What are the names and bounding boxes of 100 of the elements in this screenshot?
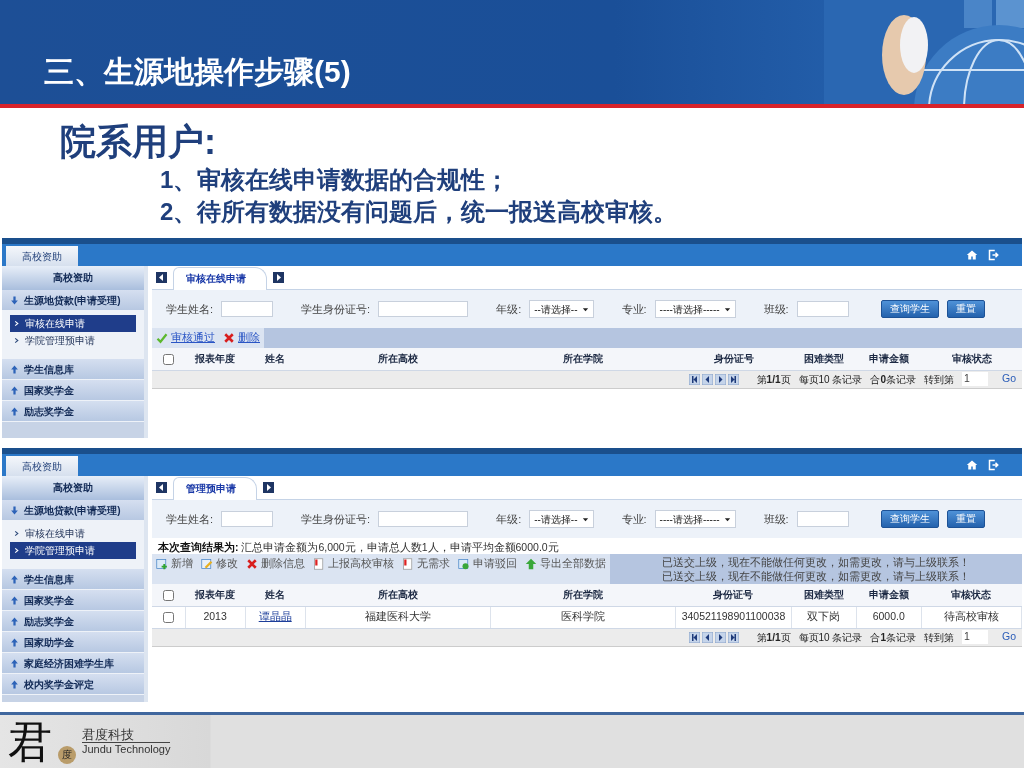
dropdown[interactable]: --请选择-- <box>529 300 594 318</box>
toolbar-button[interactable]: 审核通过 <box>152 328 219 348</box>
column-header: 所在高校 <box>305 348 491 370</box>
chevron-icon <box>13 547 20 554</box>
column-header: 报表年度 <box>185 348 246 370</box>
menu-group[interactable]: 学生信息库 <box>2 359 144 380</box>
next-page-button[interactable] <box>714 631 726 643</box>
page-size-text: 每页10 条记录 <box>798 630 863 645</box>
caret-icon <box>581 515 589 523</box>
field-label: 学生姓名: <box>166 301 214 317</box>
module-tab[interactable]: 高校资助 <box>6 246 78 266</box>
column-header: 困难类型 <box>791 348 857 370</box>
first-page-button[interactable] <box>688 631 700 643</box>
dropdown[interactable]: ----请选择----- <box>654 510 736 528</box>
field-label: 学生身份证号: <box>301 511 371 527</box>
toolbar-button[interactable]: 导出全部数据 <box>521 554 610 574</box>
menu-group[interactable]: 国家助学金 <box>2 632 144 653</box>
toolbar-button[interactable]: 删除信息 <box>242 554 309 574</box>
scroll-right-button[interactable] <box>273 272 284 283</box>
toolbar-button[interactable]: 无需求 <box>398 554 454 574</box>
text-field[interactable] <box>221 511 274 527</box>
dropdown[interactable]: ----请选择----- <box>654 300 736 318</box>
last-page-button[interactable] <box>727 373 739 385</box>
menu-group[interactable]: 国家奖学金 <box>2 590 144 611</box>
scroll-left-button[interactable] <box>156 482 167 493</box>
column-header: 所在学院 <box>490 348 677 370</box>
table-cell: 340521198901100038 <box>675 606 792 628</box>
step-text: 1、审核在线申请数据的合规性； <box>160 165 511 195</box>
goto-label: 转到第 <box>924 630 954 645</box>
module-tab[interactable]: 高校资助 <box>6 456 78 476</box>
first-page-button[interactable] <box>688 373 700 385</box>
goto-label: 转到第 <box>924 372 954 387</box>
flag-document-icon <box>313 558 325 570</box>
section-heading: 院系用户: <box>60 120 217 164</box>
text-field[interactable] <box>378 511 469 527</box>
arrow-up-icon <box>10 658 19 668</box>
toolbar-button[interactable]: 新增 <box>152 554 197 574</box>
menu-group[interactable]: 励志奖学金 <box>2 401 144 422</box>
text-field[interactable] <box>796 301 849 317</box>
upload-arrow-icon <box>525 558 537 570</box>
column-header: 困难类型 <box>791 584 857 606</box>
page-info: 第1/1页 <box>756 372 791 387</box>
search-button[interactable]: 查询学生 <box>880 300 939 318</box>
delete-icon <box>246 558 258 570</box>
next-page-button[interactable] <box>714 373 726 385</box>
reset-button[interactable]: 重置 <box>946 510 985 528</box>
go-link[interactable]: Go <box>1002 629 1016 645</box>
search-button[interactable]: 查询学生 <box>880 510 939 528</box>
record-count: 合1条记录 <box>870 630 916 645</box>
sidebar-title: 高校资助 <box>2 266 144 290</box>
menu-group[interactable]: 家庭经济困难学生库 <box>2 653 144 674</box>
column-header: 姓名 <box>245 584 306 606</box>
toolbar-button[interactable]: 申请驳回 <box>454 554 521 574</box>
menu-group[interactable]: 校内奖学金评定 <box>2 674 144 695</box>
table-cell: 待高校审核 <box>921 606 1022 628</box>
menu-group[interactable]: 生源地贷款(申请受理) <box>2 500 144 521</box>
edit-icon <box>201 558 213 570</box>
toolbar-button[interactable]: 删除 <box>219 328 264 348</box>
table-cell: 6000.0 <box>856 606 922 628</box>
page-field[interactable]: 1 <box>962 372 988 386</box>
menu-item[interactable]: 审核在线申请 <box>10 315 136 332</box>
checkmark-icon <box>156 332 168 344</box>
menu-group[interactable]: 生源地贷款(申请受理) <box>2 290 144 311</box>
page-field[interactable]: 1 <box>962 630 988 644</box>
field-label: 班级: <box>763 511 789 527</box>
arrow-up-icon <box>10 616 19 626</box>
menu-group[interactable]: 励志奖学金 <box>2 611 144 632</box>
logout-icon[interactable] <box>988 459 1000 471</box>
name-link[interactable]: 谭晶晶 <box>258 610 292 623</box>
page-tab[interactable]: 管理预申请 <box>173 477 257 500</box>
previous-page-button[interactable] <box>701 631 713 643</box>
row-checkbox[interactable] <box>162 611 174 623</box>
menu-item[interactable]: 学院管理预申请 <box>10 332 136 349</box>
logout-icon[interactable] <box>988 249 1000 261</box>
text-field[interactable] <box>378 301 469 317</box>
menu-group[interactable]: 学生信息库 <box>2 569 144 590</box>
last-page-button[interactable] <box>727 631 739 643</box>
toolbar-button[interactable]: 修改 <box>197 554 242 574</box>
select-all-checkbox[interactable] <box>163 354 175 366</box>
column-header: 姓名 <box>245 348 306 370</box>
column-header: 身份证号 <box>675 584 792 606</box>
go-link[interactable]: Go <box>1002 371 1016 387</box>
menu-item[interactable]: 学院管理预申请 <box>10 542 136 559</box>
select-all-checkbox[interactable] <box>163 590 174 602</box>
home-icon[interactable] <box>966 249 978 261</box>
home-icon[interactable] <box>966 459 978 471</box>
dropdown[interactable]: --请选择-- <box>529 510 594 528</box>
scroll-left-button[interactable] <box>156 272 167 283</box>
scroll-right-button[interactable] <box>263 482 274 493</box>
field-label: 年级: <box>496 511 522 527</box>
text-field[interactable] <box>796 511 849 527</box>
logo-badge: 度 <box>58 746 76 764</box>
menu-group[interactable]: 国家奖学金 <box>2 380 144 401</box>
text-field[interactable] <box>221 301 274 317</box>
reset-button[interactable]: 重置 <box>946 300 985 318</box>
menu-item[interactable]: 审核在线申请 <box>10 525 136 542</box>
previous-page-button[interactable] <box>701 373 713 385</box>
page-tab[interactable]: 审核在线申请 <box>173 267 267 290</box>
arrow-up-icon <box>10 595 19 605</box>
toolbar-button[interactable]: 上报高校审核 <box>309 554 398 574</box>
